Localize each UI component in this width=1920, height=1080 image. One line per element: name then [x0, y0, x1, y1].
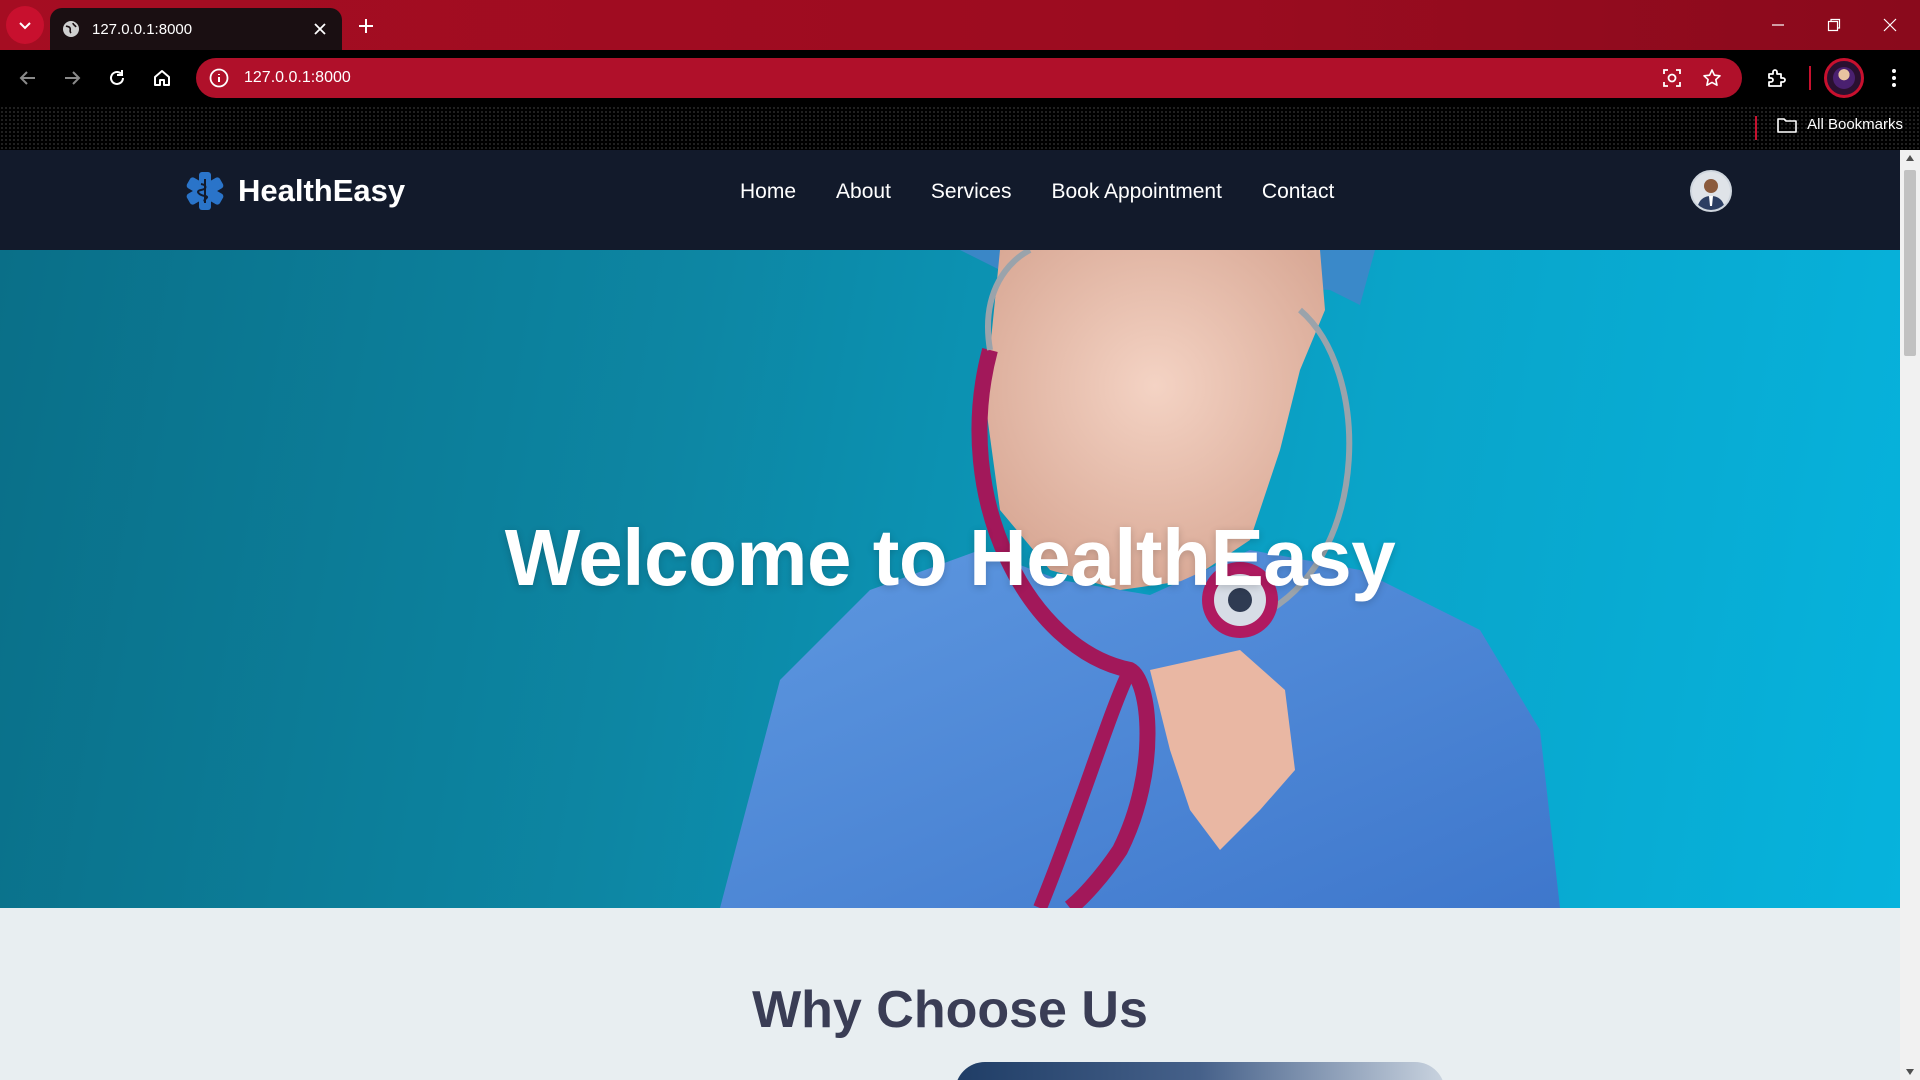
bookmarks-bar: All Bookmarks — [0, 106, 1920, 150]
restore-button[interactable] — [1806, 0, 1862, 50]
why-choose-us-heading: Why Choose Us — [752, 981, 1148, 1039]
scroll-down-icon — [1906, 1069, 1914, 1075]
extensions-icon — [1768, 69, 1786, 87]
profile-avatar — [1833, 67, 1855, 89]
reload-button[interactable] — [101, 62, 133, 94]
back-button[interactable] — [12, 62, 44, 94]
close-window-button[interactable] — [1862, 0, 1918, 50]
site-nav: Home About Services Book Appointment Con… — [740, 180, 1334, 204]
bookmarks-separator — [1755, 116, 1757, 140]
web-page: HealthEasy Home About Services Book Appo… — [0, 150, 1900, 1080]
star-icon — [1703, 69, 1721, 86]
forward-icon — [65, 71, 81, 85]
all-bookmarks-button[interactable]: All Bookmarks — [1777, 116, 1903, 133]
feature-image-preview — [955, 1062, 1445, 1080]
profile-avatar-button[interactable] — [1824, 58, 1864, 98]
address-bar[interactable]: 127.0.0.1:8000 — [196, 58, 1742, 98]
restore-icon — [1827, 18, 1841, 32]
hero-banner: Welcome to HealthEasy — [0, 250, 1900, 908]
brand-logo-link[interactable]: HealthEasy — [184, 170, 405, 212]
toolbar-separator — [1809, 66, 1811, 90]
folder-icon — [1777, 117, 1797, 133]
info-icon[interactable] — [208, 67, 230, 89]
site-header: HealthEasy Home About Services Book Appo… — [0, 150, 1900, 250]
scroll-down-button[interactable] — [1900, 1064, 1920, 1080]
medical-star-icon — [186, 172, 224, 210]
nav-home[interactable]: Home — [740, 180, 796, 204]
url-text[interactable]: 127.0.0.1:8000 — [244, 69, 1656, 87]
menu-icon — [1892, 69, 1896, 87]
close-icon — [314, 23, 326, 35]
home-icon — [154, 70, 170, 86]
minimize-button[interactable] — [1750, 0, 1806, 50]
bookmark-star-button[interactable] — [1696, 62, 1728, 94]
browser-toolbar: 127.0.0.1:8000 — [0, 50, 1920, 106]
page-scrollbar[interactable] — [1900, 150, 1920, 1080]
lens-button[interactable] — [1656, 62, 1688, 94]
browser-tab-strip: 127.0.0.1:8000 — [0, 0, 1920, 50]
globe-icon — [63, 21, 79, 37]
reload-icon — [110, 70, 124, 85]
nav-book-appointment[interactable]: Book Appointment — [1051, 180, 1221, 204]
nav-contact[interactable]: Contact — [1262, 180, 1334, 204]
user-avatar-image — [1692, 172, 1730, 210]
nav-services[interactable]: Services — [931, 180, 1012, 204]
nav-about[interactable]: About — [836, 180, 891, 204]
user-avatar[interactable] — [1690, 170, 1732, 212]
browser-menu-button[interactable] — [1878, 62, 1910, 94]
back-icon — [19, 71, 35, 85]
new-tab-button[interactable] — [352, 12, 380, 40]
chevron-down-icon — [19, 22, 31, 30]
scrollbar-thumb[interactable] — [1904, 170, 1916, 356]
screenshot-lens-icon — [1663, 69, 1681, 87]
close-tab-button[interactable] — [310, 19, 330, 39]
tab-search-button[interactable] — [6, 6, 44, 44]
browser-tab[interactable]: 127.0.0.1:8000 — [50, 8, 342, 50]
scroll-up-icon — [1906, 155, 1914, 161]
minimize-icon — [1772, 24, 1784, 26]
hero-title: Welcome to HealthEasy — [504, 513, 1396, 602]
brand-name: HealthEasy — [238, 173, 406, 208]
plus-icon — [359, 19, 373, 33]
extensions-button[interactable] — [1761, 62, 1793, 94]
close-icon — [1883, 18, 1897, 32]
scroll-up-button[interactable] — [1900, 150, 1920, 166]
tab-title: 127.0.0.1:8000 — [92, 20, 193, 38]
forward-button[interactable] — [56, 62, 88, 94]
all-bookmarks-label: All Bookmarks — [1807, 116, 1903, 133]
home-button[interactable] — [146, 62, 178, 94]
